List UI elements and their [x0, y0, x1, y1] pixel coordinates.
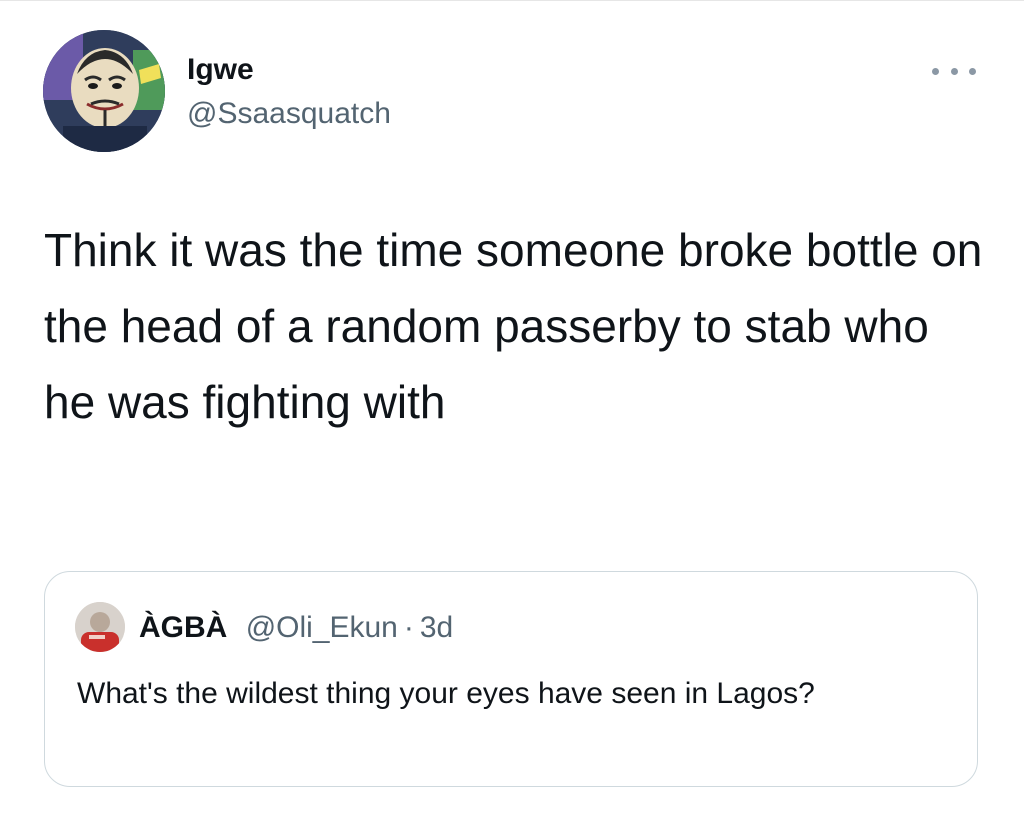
dot — [932, 67, 939, 75]
dot — [950, 67, 958, 75]
more-options-icon[interactable] — [932, 60, 976, 82]
author-avatar[interactable] — [43, 30, 165, 152]
quoted-tweet-header: ÀGBÀ @Oli_Ekun · 3d — [139, 610, 453, 646]
guy-fawkes-mask-avatar-icon — [43, 30, 165, 152]
author-handle[interactable]: @Ssaasquatch — [187, 96, 391, 132]
quoted-author-avatar[interactable] — [75, 602, 125, 652]
top-divider — [0, 0, 1024, 1]
tweet-text: Think it was the time someone broke bott… — [44, 224, 983, 428]
author-display-name[interactable]: Igwe — [187, 52, 254, 88]
quoted-author-display-name[interactable]: ÀGBÀ — [139, 611, 227, 644]
separator-dot: · — [403, 611, 414, 644]
quoted-tweet-text: What's the wildest thing your eyes have … — [77, 677, 815, 710]
user-avatar-icon — [75, 602, 125, 652]
quoted-author-handle[interactable]: @Oli_Ekun — [246, 611, 398, 644]
dot — [969, 67, 976, 75]
quoted-tweet-time[interactable]: 3d — [420, 611, 453, 644]
quoted-tweet-card[interactable]: ÀGBÀ @Oli_Ekun · 3d What's the wildest thi… — [44, 571, 978, 787]
